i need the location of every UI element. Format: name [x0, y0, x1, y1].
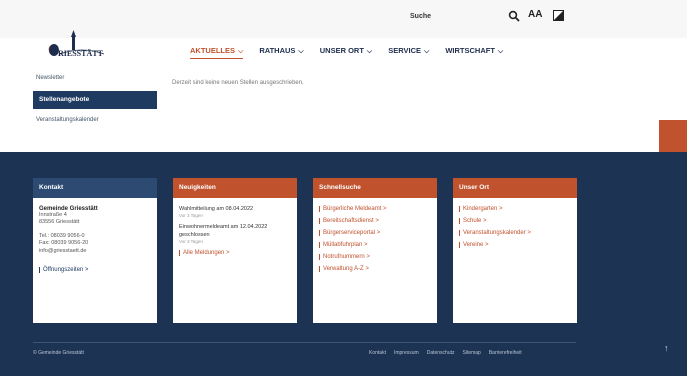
- nav-aktuelles[interactable]: AKTUELLES ⌵: [190, 46, 244, 59]
- ort-link[interactable]: Vereine >: [459, 242, 571, 248]
- footer-link-barrierefreiheit[interactable]: Barrierefreiheit: [489, 350, 522, 356]
- news-item-title[interactable]: Einwohnermeldeamt am 12.04.2022 geschlos…: [179, 224, 291, 239]
- sidebar-item-veranstaltungskalender[interactable]: Veranstaltungskalender: [36, 117, 99, 123]
- svg-text:RIESSTÄTT: RIESSTÄTT: [58, 49, 104, 58]
- footer-divider: [33, 342, 576, 343]
- quick-link[interactable]: Bereitschaftsdienst >: [319, 218, 431, 224]
- page: Suche AA RIESSTÄTT AKTUELLES ⌵ RATHAUS ⌵ U…: [0, 0, 687, 376]
- nav-service[interactable]: SERVICE ⌵: [388, 46, 429, 59]
- quick-search-card: Schnellsuche Bürgerliche Meldeamt > Bere…: [313, 178, 437, 323]
- footer-link-impressum[interactable]: Impressum: [394, 350, 419, 356]
- main-nav: AKTUELLES ⌵ RATHAUS ⌵ UNSER ORT ⌵ SERVICE ⌵ …: [190, 46, 519, 59]
- quick-link[interactable]: Müllabfuhrplan >: [319, 242, 431, 248]
- griesstaett-logo[interactable]: RIESSTÄTT: [42, 28, 132, 68]
- chevron-down-icon: ⌵: [238, 48, 244, 55]
- chevron-down-icon: ⌵: [298, 48, 304, 55]
- ort-link[interactable]: Veranstaltungskalender >: [459, 230, 571, 236]
- search-label[interactable]: Suche: [410, 13, 431, 20]
- chevron-down-icon: ⌵: [424, 48, 430, 55]
- unser-ort-card: Unser Ort Kindergarten > Schule > Verans…: [453, 178, 577, 323]
- contrast-icon[interactable]: [553, 10, 564, 21]
- news-card-title: Neuigkeiten: [173, 178, 297, 198]
- contact-fax: Fax: 08039 9056-20: [39, 240, 89, 247]
- quick-link[interactable]: Bürgerliche Meldeamt >: [319, 206, 431, 212]
- contact-email[interactable]: info@griesstaett.de: [39, 248, 151, 255]
- contact-card: Kontakt Gemeinde Griesstätt Innstraße 4 …: [33, 178, 157, 323]
- font-size-button[interactable]: AA: [528, 9, 542, 20]
- quick-search-card-title: Schnellsuche: [313, 178, 437, 198]
- nav-wirtschaft[interactable]: WIRTSCHAFT ⌵: [445, 46, 503, 59]
- contact-phone[interactable]: Tel.: 08039 9056-0: [39, 233, 151, 240]
- nav-rathaus[interactable]: RATHAUS ⌵: [259, 46, 303, 59]
- footer-link-kontakt[interactable]: Kontakt: [369, 350, 386, 356]
- unser-ort-card-title: Unser Ort: [453, 178, 577, 198]
- quick-link[interactable]: Bürgerserviceportal >: [319, 230, 431, 236]
- quick-link[interactable]: Verwaltung A-Z >: [319, 266, 431, 272]
- news-card: Neuigkeiten Wahlmitteilung am 08.04.2022…: [173, 178, 297, 323]
- footer-legal-links: Kontakt Impressum Datenschutz Sitemap Ba…: [369, 350, 522, 356]
- ort-link[interactable]: Kindergarten >: [459, 206, 571, 212]
- quick-link[interactable]: Notrufnummern >: [319, 254, 431, 260]
- sidebar-item-stellenangebote[interactable]: Stellenangebote: [33, 91, 157, 109]
- news-item-title[interactable]: Wahlmitteilung am 08.04.2022: [179, 206, 291, 213]
- chevron-down-icon: ⌵: [497, 48, 504, 55]
- ort-link[interactable]: Schule >: [459, 218, 571, 224]
- contact-street: Innstraße 4: [39, 212, 67, 218]
- all-news-link[interactable]: Alle Meldungen >: [179, 250, 291, 257]
- chevron-down-icon: ⌵: [366, 48, 373, 55]
- contact-card-title: Kontakt: [33, 178, 157, 198]
- back-to-top-icon[interactable]: ↑: [664, 343, 669, 353]
- main-content-text: Derzeit sind keine neuen Stellen ausgesc…: [172, 80, 304, 86]
- side-tab-1[interactable]: [659, 120, 687, 154]
- opening-hours-link[interactable]: Öffnungszeiten >: [39, 267, 151, 274]
- contact-city: 83556 Griesstätt: [39, 219, 80, 226]
- search-icon[interactable]: [508, 10, 520, 22]
- copyright: © Gemeinde Griesstätt: [33, 350, 84, 356]
- nav-unser-ort[interactable]: UNSER ORT ⌵: [320, 46, 372, 59]
- sidebar-item-newsletter[interactable]: Newsletter: [36, 75, 64, 81]
- footer-link-datenschutz[interactable]: Datenschutz: [427, 350, 455, 356]
- footer-link-sitemap[interactable]: Sitemap: [463, 350, 481, 356]
